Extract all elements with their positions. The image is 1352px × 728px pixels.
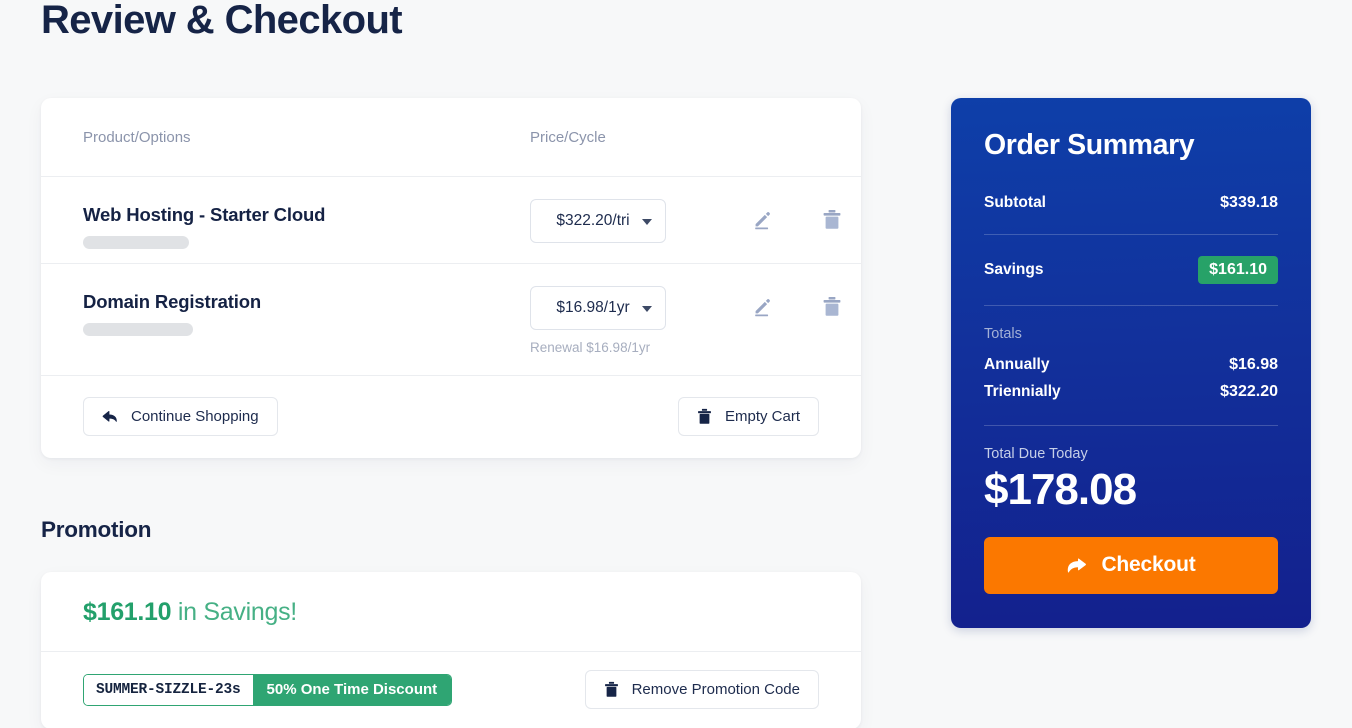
totals-period-value: $16.98: [1229, 355, 1278, 373]
price-cell: $16.98/1yr Renewal $16.98/1yr: [530, 264, 844, 355]
savings-label: Savings: [984, 261, 1044, 279]
billing-cycle-select[interactable]: $322.20/tri: [530, 199, 666, 243]
subtotal-label: Subtotal: [984, 194, 1046, 212]
billing-cycle-value: $322.20/tri: [556, 212, 630, 229]
cart-column: Product/Options Price/Cycle Web Hosting …: [41, 98, 861, 458]
product-cell: Web Hosting - Starter Cloud: [83, 177, 530, 250]
divider: [984, 305, 1278, 307]
divider: [984, 425, 1278, 427]
back-arrow-icon: [102, 410, 117, 422]
promotion-code-chip: SUMMER-SIZZLE-23s 50% One Time Discount: [83, 673, 453, 706]
promotion-savings-line: $161.10 in Savings!: [41, 572, 861, 652]
checkout-button[interactable]: Checkout: [984, 536, 1278, 594]
arrow-right-icon: [1068, 558, 1087, 573]
totals-period-label: Annually: [984, 355, 1050, 373]
renewal-price-note: Renewal $16.98/1yr: [530, 340, 651, 355]
cart-table-header: Product/Options Price/Cycle: [41, 98, 861, 177]
pencil-icon: [755, 299, 770, 317]
remove-promotion-label: Remove Promotion Code: [631, 681, 800, 698]
promotion-savings-amount: $161.10: [83, 598, 172, 626]
promotion-card: $161.10 in Savings! SUMMER-SIZZLE-23s 50…: [41, 572, 861, 728]
delete-item-button[interactable]: [820, 208, 844, 232]
checkout-label: Checkout: [1101, 553, 1196, 577]
continue-shopping-button[interactable]: Continue Shopping: [83, 397, 278, 436]
review-checkout-page: Review & Checkout Product/Options Price/…: [0, 0, 1352, 728]
trash-icon: [823, 297, 841, 316]
row-action-icons: [750, 286, 844, 319]
billing-cycle-value: $16.98/1yr: [556, 299, 630, 316]
trash-icon: [698, 408, 711, 424]
table-row: Web Hosting - Starter Cloud $322.20/tri: [41, 177, 861, 264]
product-cell: Domain Registration: [83, 264, 530, 337]
order-summary-panel: Order Summary Subtotal $339.18 Savings $…: [951, 98, 1311, 628]
column-header-price: Price/Cycle: [530, 128, 606, 146]
product-subtitle-redacted: [83, 236, 189, 250]
price-stack: $322.20/tri: [530, 199, 666, 243]
empty-cart-label: Empty Cart: [724, 408, 800, 425]
delete-item-button[interactable]: [820, 295, 844, 319]
total-due-amount: $178.08: [984, 465, 1137, 515]
subtotal-row: Subtotal $339.18: [984, 192, 1278, 214]
product-name: Domain Registration: [83, 291, 262, 312]
total-due-label: Total Due Today: [984, 446, 1088, 463]
cart-card: Product/Options Price/Cycle Web Hosting …: [41, 98, 861, 458]
edit-item-button[interactable]: [750, 295, 774, 319]
product-subtitle-redacted: [83, 323, 193, 337]
price-stack: $16.98/1yr Renewal $16.98/1yr: [530, 286, 666, 355]
billing-cycle-select[interactable]: $16.98/1yr: [530, 286, 666, 330]
price-cell: $322.20/tri: [530, 177, 844, 243]
promotion-description: 50% One Time Discount: [252, 674, 452, 705]
row-action-icons: [750, 199, 844, 232]
trash-icon: [604, 681, 618, 697]
edit-item-button[interactable]: [750, 208, 774, 232]
promotion-code-text: SUMMER-SIZZLE-23s: [84, 674, 253, 705]
promotion-savings-suffix: in Savings!: [171, 598, 297, 626]
promotion-heading: Promotion: [41, 517, 152, 542]
totals-row: Annually $16.98: [984, 351, 1278, 378]
column-header-product: Product/Options: [83, 128, 191, 146]
trash-icon: [823, 210, 841, 229]
totals-period-value: $322.20: [1220, 382, 1278, 400]
empty-cart-button[interactable]: Empty Cart: [677, 397, 819, 436]
savings-row: Savings $161.10: [984, 255, 1278, 285]
promotion-code-row: SUMMER-SIZZLE-23s 50% One Time Discount …: [41, 652, 861, 728]
table-row: Domain Registration $16.98/1yr Renewal $…: [41, 264, 861, 376]
order-summary-title: Order Summary: [984, 129, 1195, 161]
divider: [984, 234, 1278, 236]
totals-row: Triennially $322.20: [984, 378, 1278, 405]
totals-period-label: Triennially: [984, 382, 1061, 400]
page-title: Review & Checkout: [41, 0, 403, 42]
subtotal-value: $339.18: [1220, 194, 1278, 212]
chevron-down-icon: [642, 219, 652, 225]
totals-label: Totals: [984, 326, 1022, 343]
continue-shopping-label: Continue Shopping: [131, 408, 259, 425]
product-name: Web Hosting - Starter Cloud: [83, 204, 326, 225]
chevron-down-icon: [642, 306, 652, 312]
status-badge: $161.10: [1198, 256, 1278, 285]
pencil-icon: [755, 212, 770, 230]
cart-actions: Continue Shopping Empty Cart: [41, 376, 861, 458]
remove-promotion-code-button[interactable]: Remove Promotion Code: [584, 670, 819, 709]
